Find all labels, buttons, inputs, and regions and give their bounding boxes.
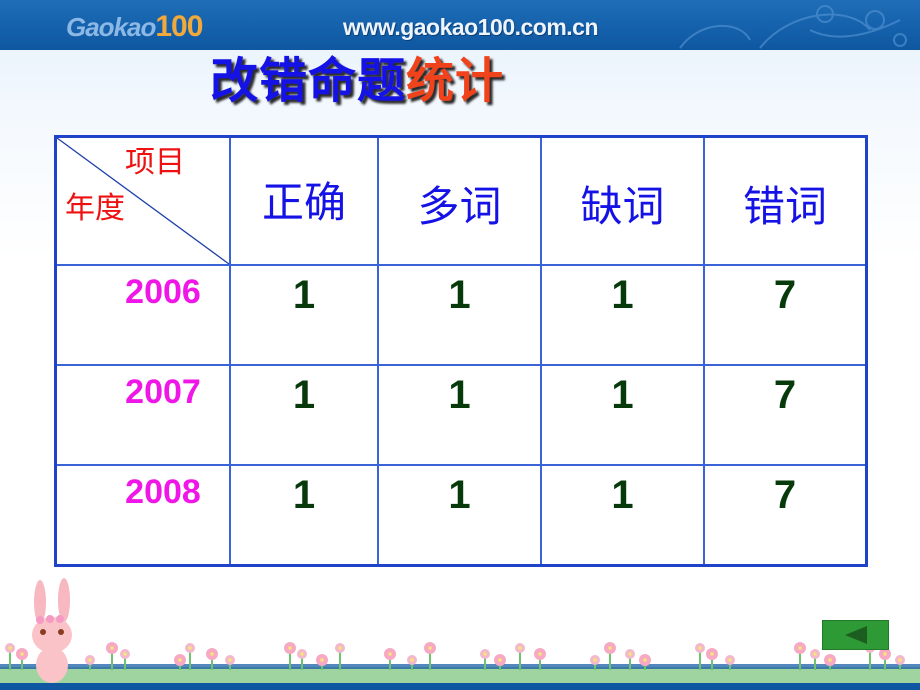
value-cell: 1 bbox=[229, 464, 379, 567]
bunny-icon bbox=[32, 578, 72, 683]
error-statistics-table: 项目 年度 正确 多词 缺词 错词 2006 1 1 1 7 2007 1 1 … bbox=[54, 135, 868, 567]
corner-label-year: 年度 bbox=[65, 191, 125, 226]
column-header: 正确 bbox=[229, 135, 379, 266]
footer-flower-border bbox=[0, 578, 920, 690]
year-cell: 2008 bbox=[54, 464, 231, 567]
table-row: 2007 1 1 1 7 bbox=[54, 364, 868, 466]
site-url: www.gaokao100.com.cn bbox=[343, 14, 599, 40]
value-cell: 1 bbox=[540, 264, 705, 366]
title-blue-part: 改错命题 bbox=[210, 53, 407, 109]
value-cell: 7 bbox=[703, 364, 868, 466]
corner-header-cell: 项目 年度 bbox=[54, 135, 231, 266]
previous-slide-button[interactable] bbox=[822, 620, 889, 650]
grass-strip bbox=[0, 667, 920, 683]
value-cell: 1 bbox=[540, 364, 705, 466]
year-label: 2007 bbox=[125, 373, 201, 411]
logo-text: Gaokao bbox=[66, 12, 156, 42]
table-header-row: 项目 年度 正确 多词 缺词 错词 bbox=[54, 135, 868, 266]
value-cell: 1 bbox=[377, 364, 542, 466]
title-red-part: 统计 bbox=[406, 53, 505, 109]
footer-blue-bar bbox=[0, 683, 920, 690]
value-cell: 1 bbox=[229, 364, 379, 466]
value-cell: 1 bbox=[377, 464, 542, 567]
page-title: 改错命题统计 bbox=[210, 51, 504, 111]
value-cell: 7 bbox=[703, 464, 868, 567]
water-strip bbox=[0, 664, 920, 669]
corner-label-item: 项目 bbox=[125, 145, 185, 180]
value-cell: 1 bbox=[229, 264, 379, 366]
table-row: 2006 1 1 1 7 bbox=[54, 264, 868, 366]
gaokao-logo: Gaokao100 bbox=[66, 10, 203, 44]
value-cell: 1 bbox=[377, 264, 542, 366]
value-cell: 7 bbox=[703, 264, 868, 366]
year-cell: 2007 bbox=[54, 364, 231, 466]
logo-number: 100 bbox=[155, 10, 203, 43]
year-cell: 2006 bbox=[54, 264, 231, 366]
column-header: 错词 bbox=[703, 135, 868, 266]
year-label: 2008 bbox=[125, 473, 201, 511]
header-banner: Gaokao100 www.gaokao100.com.cn bbox=[0, 0, 920, 50]
left-triangle-icon bbox=[845, 626, 867, 644]
column-header: 缺词 bbox=[540, 135, 705, 266]
decorative-swirl-icon bbox=[679, 5, 907, 49]
value-cell: 1 bbox=[540, 464, 705, 567]
column-header: 多词 bbox=[377, 135, 542, 266]
year-label: 2006 bbox=[125, 273, 201, 311]
table-row: 2008 1 1 1 7 bbox=[54, 464, 868, 567]
